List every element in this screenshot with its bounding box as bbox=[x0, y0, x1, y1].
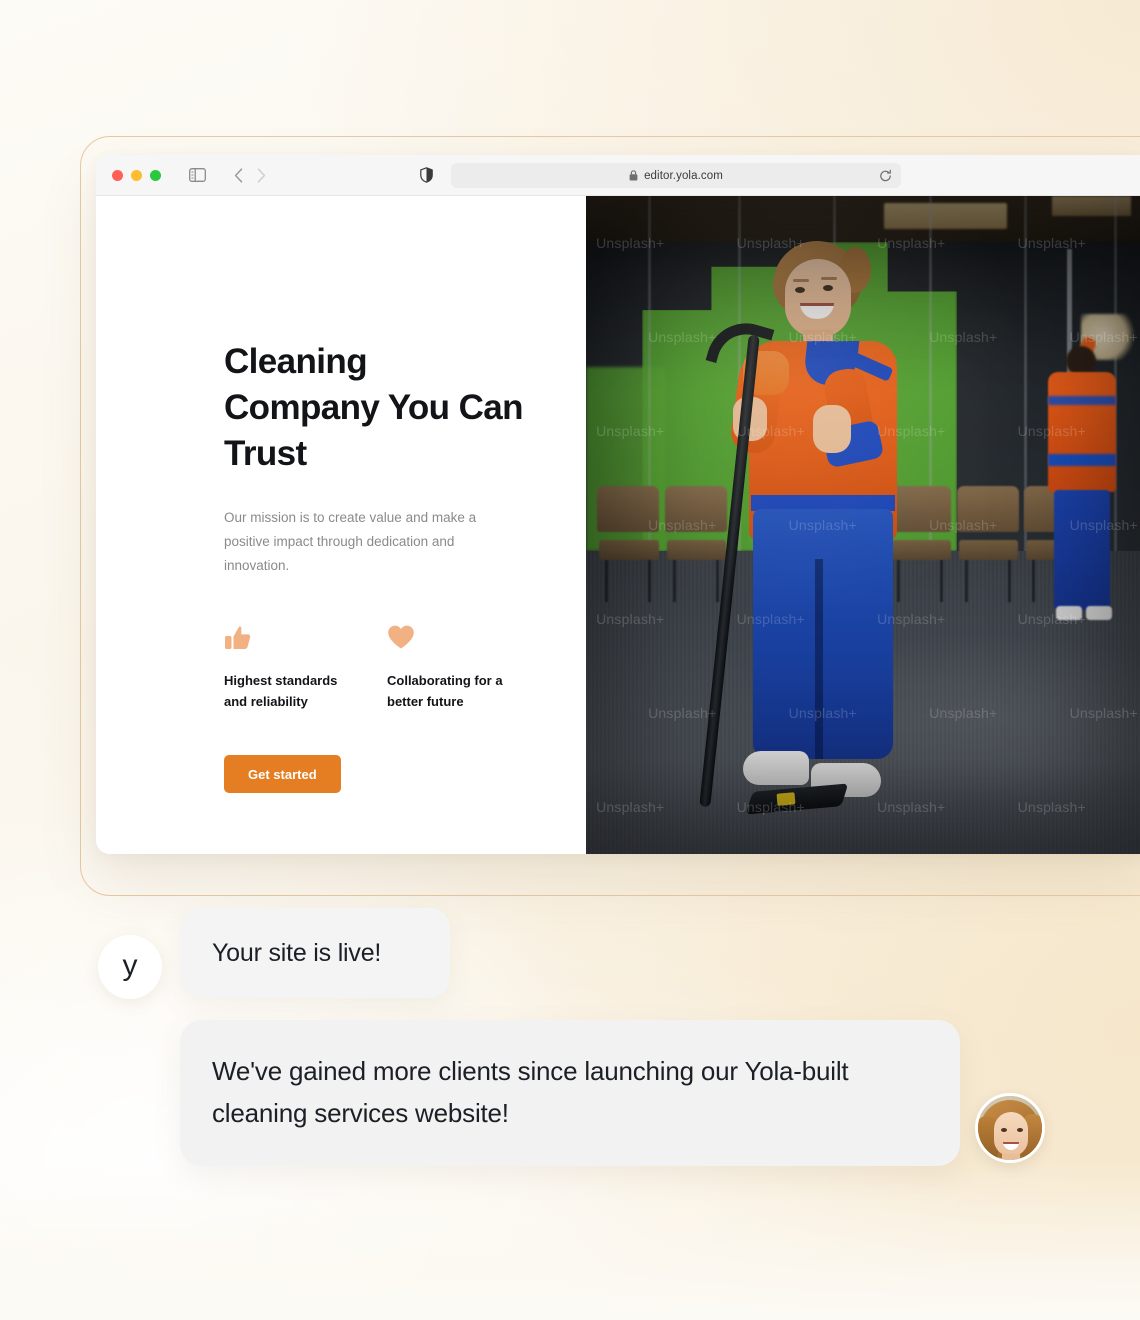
back-chevron-icon[interactable] bbox=[234, 167, 243, 183]
feature-item: Collaborating for a better future bbox=[387, 624, 550, 712]
hero-image: Unsplash+ Unsplash+ Unsplash+ Unsplash+ … bbox=[586, 196, 1140, 854]
address-bar-text: editor.yola.com bbox=[644, 169, 723, 182]
maximize-button[interactable] bbox=[150, 169, 161, 181]
refresh-icon[interactable] bbox=[879, 169, 892, 182]
address-bar[interactable]: editor.yola.com bbox=[451, 163, 901, 188]
status-message-text: Your site is live! bbox=[212, 938, 382, 967]
minimize-button[interactable] bbox=[131, 169, 142, 181]
forward-chevron-icon[interactable] bbox=[257, 167, 266, 183]
browser-window: editor.yola.com Cleaning Company You Can… bbox=[96, 155, 1140, 854]
window-controls bbox=[112, 169, 161, 181]
navigation-controls bbox=[234, 167, 266, 183]
lock-icon bbox=[629, 170, 638, 181]
thumbs-up-icon bbox=[224, 624, 387, 654]
website-preview: Cleaning Company You Can Trust Our missi… bbox=[96, 196, 1140, 854]
brand-avatar: y bbox=[98, 935, 162, 999]
hero-text-column: Cleaning Company You Can Trust Our missi… bbox=[96, 196, 586, 854]
status-message-bubble: Your site is live! bbox=[180, 908, 450, 998]
privacy-shield-icon[interactable] bbox=[420, 167, 433, 183]
feature-list: Highest standards and reliability Collab… bbox=[224, 624, 586, 712]
sidebar-toggle-icon[interactable] bbox=[189, 168, 206, 182]
feature-item: Highest standards and reliability bbox=[224, 624, 387, 712]
feature-label: Collaborating for a better future bbox=[387, 673, 503, 709]
feature-label: Highest standards and reliability bbox=[224, 673, 338, 709]
user-avatar bbox=[975, 1093, 1045, 1163]
hero-subheading: Our mission is to create value and make … bbox=[224, 510, 477, 573]
browser-toolbar: editor.yola.com bbox=[96, 155, 1140, 196]
hero-heading: Cleaning Company You Can Trust bbox=[224, 342, 524, 473]
testimonial-bubble: We've gained more clients since launchin… bbox=[180, 1020, 960, 1166]
yola-logo-glyph: y bbox=[122, 949, 138, 982]
get-started-button[interactable]: Get started bbox=[224, 755, 341, 793]
testimonial-text: We've gained more clients since launchin… bbox=[212, 1056, 849, 1128]
close-button[interactable] bbox=[112, 169, 123, 181]
heart-icon bbox=[387, 624, 550, 654]
